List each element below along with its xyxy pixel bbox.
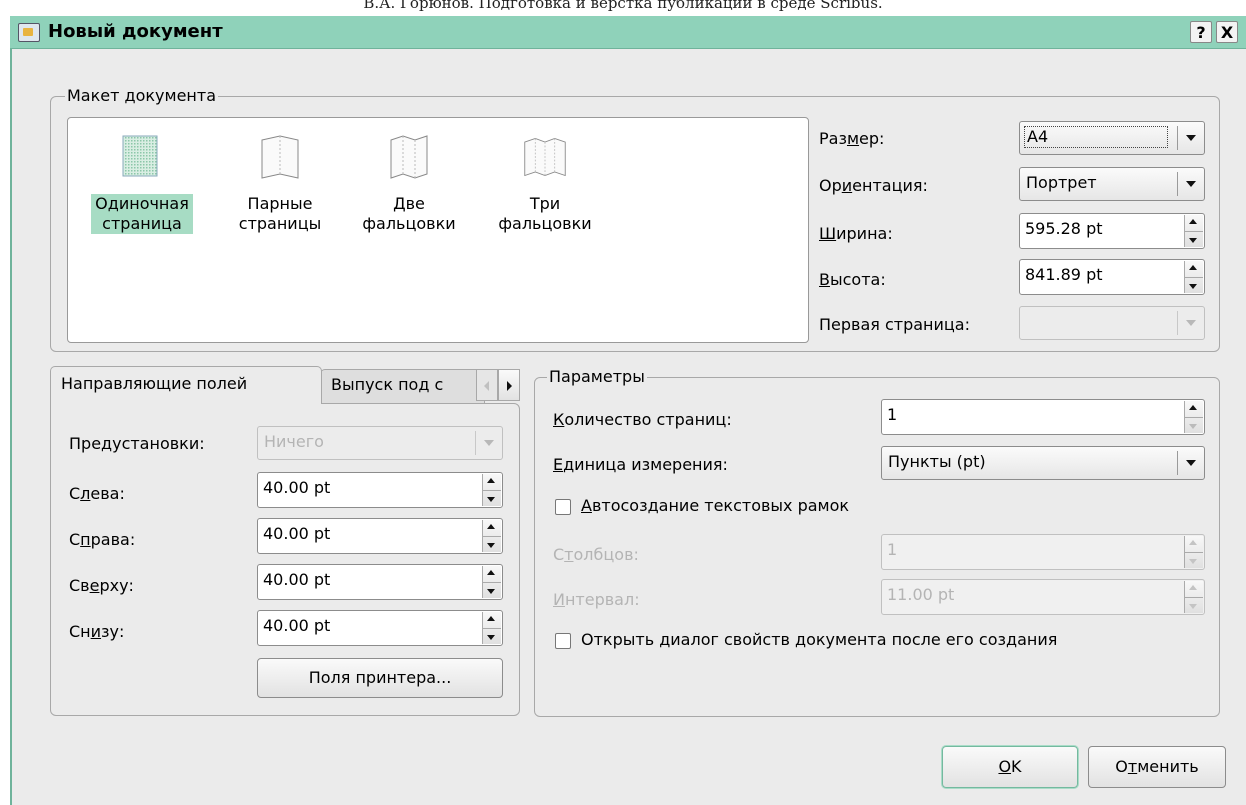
parameters-legend: Параметры <box>547 367 647 387</box>
open-properties-checkbox[interactable] <box>555 633 571 649</box>
orientation-label: Ориентация: <box>819 176 928 195</box>
gap-label: Интервал: <box>553 590 640 609</box>
first-page-label: Первая страница: <box>819 315 970 334</box>
spin-up-icon[interactable] <box>1189 265 1197 270</box>
layout-single-page-label: Одиночная страница <box>74 194 210 234</box>
window-titlebar[interactable]: Новый документ ? X <box>10 16 1246 49</box>
top-margin-spinbox[interactable]: 40.00 pt <box>257 564 503 600</box>
unit-select[interactable]: Пункты (pt) <box>881 446 1205 480</box>
auto-text-frames-label: Автосоздание текстовых рамок <box>581 496 850 515</box>
tab-scroll-right-button[interactable] <box>498 369 520 401</box>
arrow-left-icon <box>484 381 489 391</box>
spin-up-icon[interactable] <box>487 616 495 621</box>
tab-scroll-left-button[interactable] <box>476 369 498 401</box>
single-page-icon <box>122 135 158 177</box>
parameters-group: Параметры Количество страниц: 1 Единица … <box>534 367 1220 717</box>
right-margin-label: Справа: <box>69 530 136 549</box>
spin-down-icon[interactable] <box>1189 559 1197 564</box>
spin-up-icon[interactable] <box>1189 585 1197 590</box>
chevron-down-icon <box>1186 320 1196 326</box>
document-layout-legend: Макет документа <box>65 86 219 106</box>
chevron-down-icon <box>484 440 494 446</box>
gap-spinbox[interactable]: 11.00 pt <box>881 579 1205 615</box>
new-document-dialog: Макет документа Одиночная страница Парные… <box>10 49 1246 805</box>
first-page-select[interactable] <box>1019 306 1205 340</box>
arrow-right-icon <box>507 381 512 391</box>
open-properties-label: Открыть диалог свойств документа после е… <box>581 630 1058 649</box>
left-margin-label: Слева: <box>69 484 125 503</box>
columns-spinbox[interactable]: 1 <box>881 534 1205 570</box>
spin-up-icon[interactable] <box>1189 540 1197 545</box>
page-count-spinbox[interactable]: 1 <box>881 399 1205 435</box>
ok-button[interactable]: OK <box>942 746 1078 788</box>
height-spinbox[interactable]: 841.89 pt <box>1019 259 1205 295</box>
window-title: Новый документ <box>48 21 223 42</box>
document-layout-group: Макет документа Одиночная страница Парные… <box>50 86 1220 352</box>
auto-text-frames-checkbox[interactable] <box>555 499 571 515</box>
tab-margin-guides[interactable]: Направляющие полей <box>50 366 322 404</box>
spin-down-icon[interactable] <box>487 497 495 502</box>
help-button[interactable]: ? <box>1190 21 1212 43</box>
top-margin-label: Сверху: <box>69 576 134 595</box>
chevron-down-icon <box>1186 460 1196 466</box>
width-spinbox[interactable]: 595.28 pt <box>1019 213 1205 249</box>
three-folds-icon <box>524 138 566 177</box>
columns-label: Столбцов: <box>553 545 639 564</box>
tab-bleeds[interactable]: Выпуск под с <box>320 369 485 403</box>
layout-picker: Одиночная страница Парные страницы Две фаль… <box>67 117 809 343</box>
page-count-label: Количество страниц: <box>553 410 732 429</box>
presets-select[interactable]: Ничего <box>257 426 503 460</box>
spin-up-icon[interactable] <box>1189 405 1197 410</box>
presets-label: Предустановки: <box>69 434 205 453</box>
height-label: Высота: <box>819 270 886 289</box>
page-caption: В.А. Горюнов. Подготовка и верстка публи… <box>363 0 883 12</box>
cancel-button[interactable]: Отменить <box>1088 746 1226 788</box>
bottom-margin-spinbox[interactable]: 40.00 pt <box>257 610 503 646</box>
spin-down-icon[interactable] <box>487 635 495 640</box>
close-button[interactable]: X <box>1216 21 1238 43</box>
orientation-select[interactable]: Портрет <box>1019 167 1205 201</box>
chevron-down-icon <box>1186 135 1196 141</box>
two-folds-icon <box>390 135 428 179</box>
spin-down-icon[interactable] <box>1189 424 1197 429</box>
spin-down-icon[interactable] <box>1189 284 1197 289</box>
spin-up-icon[interactable] <box>487 478 495 483</box>
spin-up-icon[interactable] <box>1189 219 1197 224</box>
spin-down-icon[interactable] <box>1189 604 1197 609</box>
spin-up-icon[interactable] <box>487 524 495 529</box>
spin-up-icon[interactable] <box>487 570 495 575</box>
chevron-down-icon <box>1186 181 1196 187</box>
margin-guides-panel: Предустановки: Ничего Слева: 40.00 pt Сп… <box>50 403 520 716</box>
size-label: Размер: <box>819 129 885 148</box>
spin-down-icon[interactable] <box>487 543 495 548</box>
spin-down-icon[interactable] <box>487 589 495 594</box>
spin-down-icon[interactable] <box>1189 238 1197 243</box>
printer-margins-button[interactable]: Поля принтера... <box>257 658 503 698</box>
left-margin-spinbox[interactable]: 40.00 pt <box>257 472 503 508</box>
app-window-icon <box>18 23 40 42</box>
facing-pages-icon <box>261 135 299 179</box>
size-select[interactable]: A4 <box>1019 121 1205 155</box>
width-label: Ширина: <box>819 224 893 243</box>
bottom-margin-label: Снизу: <box>69 622 125 641</box>
unit-label: Единица измерения: <box>553 455 728 474</box>
right-margin-spinbox[interactable]: 40.00 pt <box>257 518 503 554</box>
